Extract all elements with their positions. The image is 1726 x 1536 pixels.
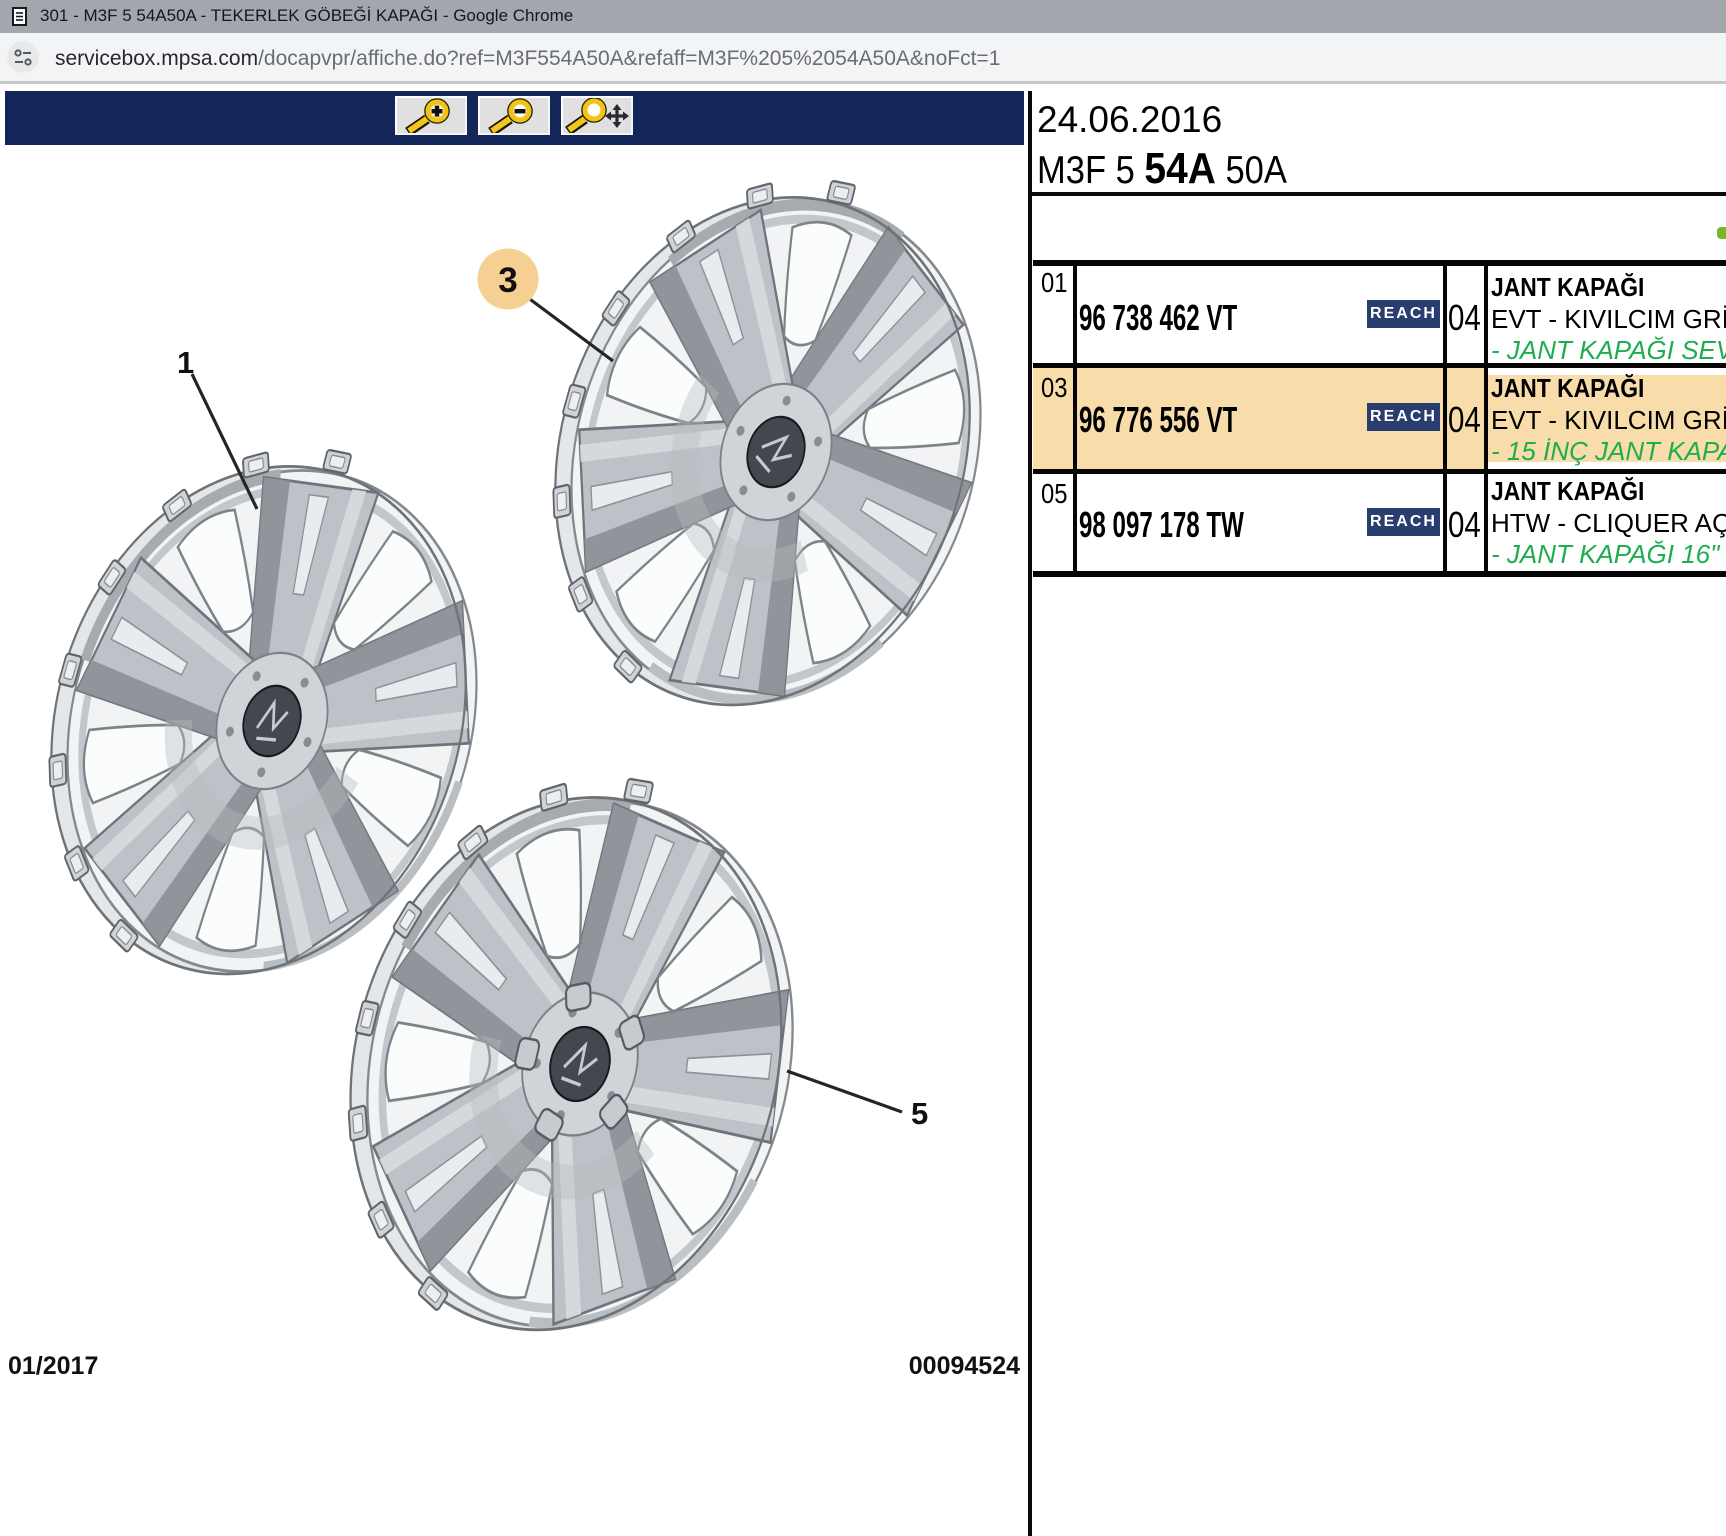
svg-text:5: 5	[911, 1096, 928, 1131]
svg-text:3: 3	[498, 261, 517, 300]
svg-text:1: 1	[177, 345, 194, 380]
